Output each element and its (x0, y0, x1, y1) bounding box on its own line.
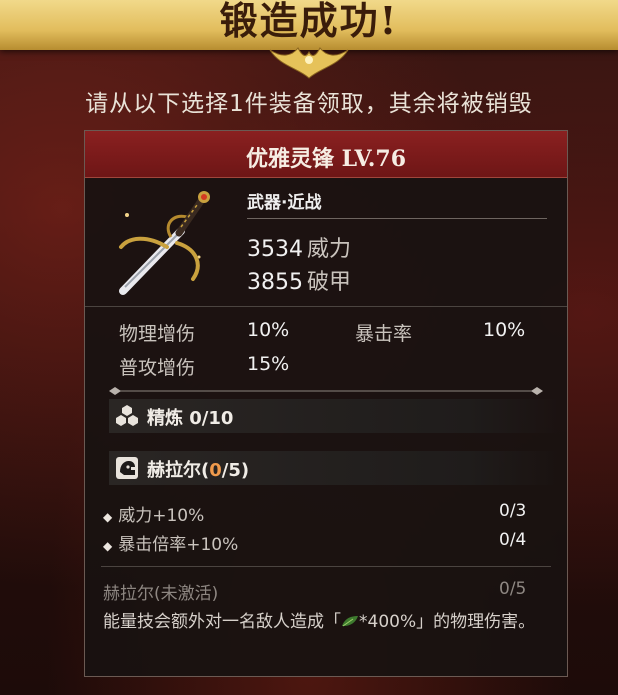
stat-value: 3534 (247, 237, 303, 262)
set-bonus-label: 暴击倍率+10% (118, 535, 239, 555)
main-stat-power: 3534 威力 (247, 231, 351, 263)
attr-value-crit-rate: 10% (483, 319, 526, 341)
banner-ornament-icon (269, 47, 349, 79)
attr-value-physical-dmg: 10% (247, 319, 290, 341)
set-bonus-1: ◆ 威力+10% (103, 501, 204, 526)
set-bonus-label: 威力+10% (118, 506, 205, 526)
helmet-icon (116, 457, 138, 479)
refine-row[interactable]: 精炼 0/10 (109, 399, 559, 433)
desc-part-1: 能量技会额外对一名敌人造成「 (103, 612, 341, 632)
set-divider (101, 566, 551, 567)
section-divider (85, 306, 567, 307)
hexagon-cluster-icon (116, 405, 138, 426)
type-divider (247, 218, 547, 219)
equipment-card[interactable]: 优雅灵锋 LV.76 武器·近战 3534 威力 3855 破甲 物理增伤 10% … (84, 130, 568, 677)
stat-label: 威力 (307, 237, 352, 262)
set-bonus-2: ◆ 暴击倍率+10% (103, 530, 238, 555)
set-status-label: 赫拉尔(未激活) (103, 584, 219, 604)
set-status-value: 0/5 (499, 579, 527, 599)
set-bonus-1-value: 0/3 (499, 501, 527, 521)
attr-label-crit-rate: 暴击率 (355, 323, 413, 345)
item-type: 武器·近战 (247, 193, 322, 213)
set-row[interactable]: 赫拉尔(0/5) (109, 451, 559, 485)
leaf-icon (342, 616, 358, 627)
bullet-icon: ◆ (103, 510, 113, 524)
set-name: 赫拉尔(0/5) (147, 456, 249, 482)
set-bonus-2-value: 0/4 (499, 530, 527, 550)
main-stat-armor-break: 3855 破甲 (247, 264, 351, 296)
attr-label-physical-dmg: 物理增伤 (119, 323, 196, 345)
ornamental-divider (109, 387, 543, 395)
set-name-suffix: /5) (221, 460, 250, 481)
set-count: 0 (209, 460, 222, 481)
stat-label: 破甲 (307, 270, 352, 295)
set-name-prefix: 赫拉尔( (147, 460, 210, 481)
refine-label: 精炼 0/10 (147, 408, 234, 429)
bullet-icon: ◆ (103, 539, 113, 553)
attr-value-basic-attack-dmg: 15% (247, 353, 290, 375)
item-name: 优雅灵锋 LV.76 (245, 146, 407, 172)
set-effect-description: 能量技会额外对一名敌人造成「 *400%」的物理伤害。 (103, 609, 553, 635)
attr-label-basic-attack-dmg: 普攻增伤 (119, 357, 196, 379)
rapier-weapon-icon (119, 191, 210, 295)
stat-value: 3855 (247, 270, 303, 295)
card-header: 优雅灵锋 LV.76 (85, 131, 567, 178)
desc-part-2: *400%」的物理伤害。 (359, 612, 536, 632)
instruction-text: 请从以下选择1件装备领取，其余将被销毁 (85, 91, 533, 117)
